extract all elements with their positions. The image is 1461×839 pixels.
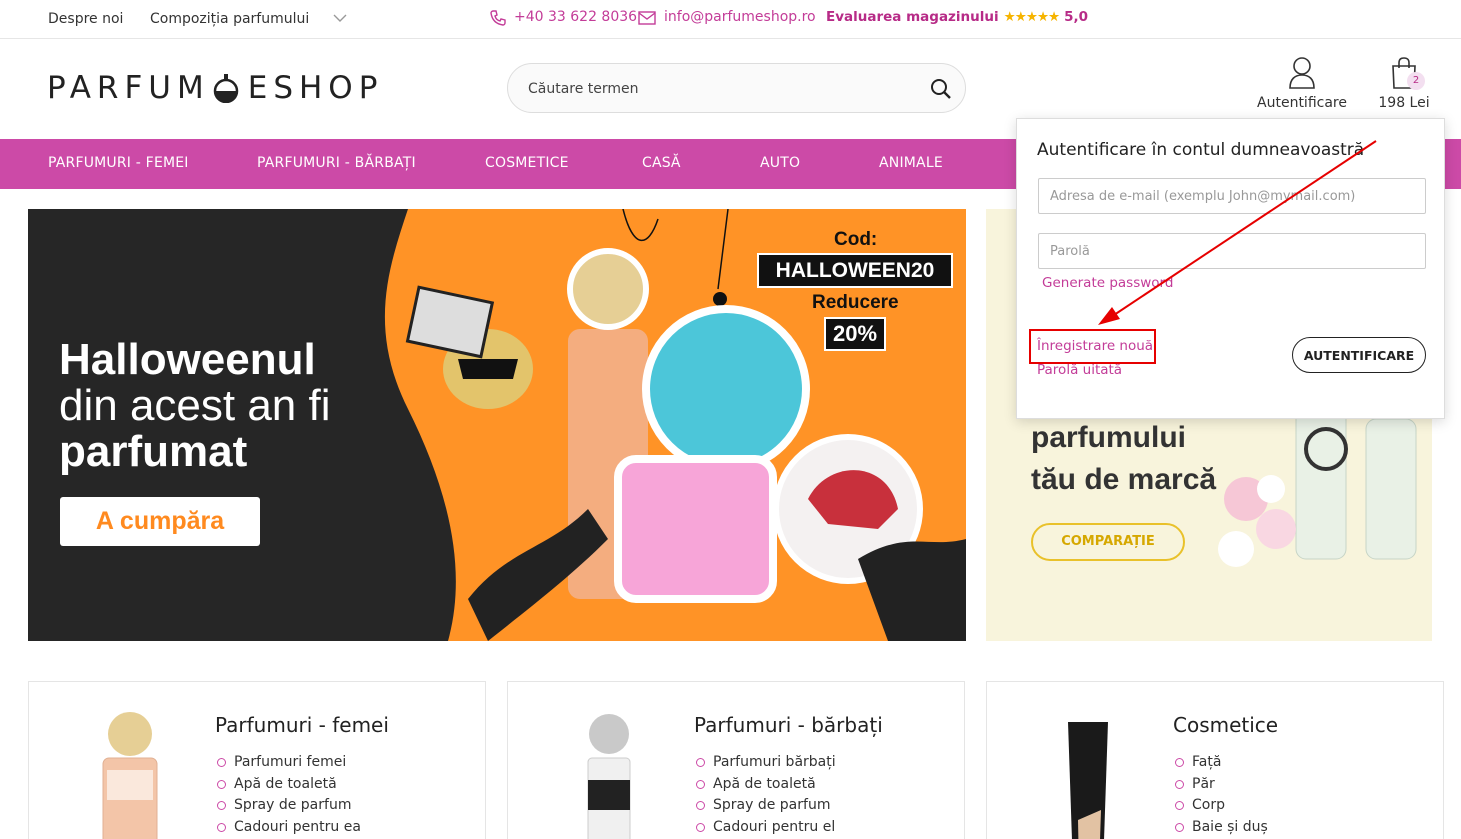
cart-amount: 198 Lei <box>1378 95 1430 111</box>
about-link[interactable]: Despre noi <box>48 11 123 27</box>
promo-code-label: Cod: <box>834 229 878 250</box>
category-card-women[interactable]: Parfumuri - femei Parfumuri femei Apă de… <box>28 681 486 839</box>
discount-value: 20% <box>824 317 886 351</box>
top-bar: Despre noi Compoziția parfumului +40 33 … <box>0 0 1461 39</box>
list-item[interactable]: Apă de toaletă <box>696 774 836 796</box>
account-label: Autentificare <box>1257 95 1347 111</box>
rating-value: 5,0 <box>1064 9 1089 25</box>
search-box <box>507 63 966 113</box>
list-item[interactable]: Față <box>1175 752 1268 774</box>
nav-item-perfume-women[interactable]: PARFUMURI - FEMEI <box>48 155 189 171</box>
list-item[interactable]: Păr <box>1175 774 1268 796</box>
mail-icon <box>638 11 656 25</box>
list-item[interactable]: Parfumuri bărbați <box>696 752 836 774</box>
flowers-bottles-image <box>1218 408 1417 567</box>
perfume-bottle-image <box>587 714 631 839</box>
list-item[interactable]: Apă de toaletă <box>217 774 361 796</box>
card-title[interactable]: Parfumuri - femei <box>215 713 389 737</box>
promo-line-1: parfumului <box>1031 421 1186 454</box>
email-link[interactable]: info@parfumeshop.ro <box>664 9 816 25</box>
card-links: Față Păr Corp Baie și duș <box>1175 752 1268 838</box>
promo-text: parfumului tău de marcă <box>1031 417 1216 501</box>
logo-text-left: PARFUM <box>47 70 210 106</box>
hero-title-line-2: din acest an fi <box>59 381 331 430</box>
discount-label: Reducere <box>812 292 899 313</box>
rating-stars: ★★★★★ <box>1003 9 1061 25</box>
chevron-down-icon[interactable] <box>332 12 348 24</box>
compare-button[interactable]: COMPARAȚIE <box>1031 523 1185 561</box>
list-item[interactable]: Spray de parfum <box>696 795 836 817</box>
logo-text-right: ESHOP <box>247 70 384 106</box>
hero-title-line-1: Halloweenul <box>59 335 316 384</box>
promo-line-2: tău de marcă <box>1031 463 1217 496</box>
promo-code: HALLOWEEN20 <box>757 253 953 288</box>
account-button[interactable]: Autentificare <box>1255 56 1349 116</box>
hero-title-line-3: parfumat <box>59 427 248 476</box>
store-rating[interactable]: Evaluarea magazinului ★★★★★ 5,0 <box>826 9 1088 25</box>
list-item[interactable]: Parfumuri femei <box>217 752 361 774</box>
nav-item-cosmetics[interactable]: COSMETICE <box>485 155 569 171</box>
hero-title: Halloweenul din acest an fi parfumat <box>59 337 331 475</box>
phone-link[interactable]: +40 33 622 8036 <box>514 9 637 25</box>
list-item[interactable]: Cadouri pentru el <box>696 817 836 839</box>
list-item[interactable]: Cadouri pentru ea <box>217 817 361 839</box>
card-links: Parfumuri bărbați Apă de toaletă Spray d… <box>696 752 836 838</box>
card-links: Parfumuri femei Apă de toaletă Spray de … <box>217 752 361 838</box>
cart-button[interactable]: 2 198 Lei <box>1378 56 1430 116</box>
cart-count-badge: 2 <box>1407 72 1425 90</box>
register-highlight-box <box>1029 329 1156 364</box>
perfume-drop-icon <box>213 74 238 103</box>
card-title[interactable]: Parfumuri - bărbați <box>694 713 883 737</box>
nav-item-auto[interactable]: AUTO <box>760 155 800 171</box>
category-card-cosmetics[interactable]: Cosmetice Față Păr Corp Baie și duș <box>986 681 1444 839</box>
nav-item-animals[interactable]: ANIMALE <box>879 155 943 171</box>
foundation-tube-image <box>1068 722 1108 839</box>
list-item[interactable]: Baie și duș <box>1175 817 1268 839</box>
search-input[interactable] <box>528 78 918 100</box>
rating-label: Evaluarea magazinului <box>826 9 999 25</box>
nav-item-perfume-men[interactable]: PARFUMURI - BĂRBAȚI <box>257 155 416 171</box>
user-icon <box>1289 57 1315 89</box>
nav-item-home[interactable]: CASĂ <box>642 155 681 171</box>
card-title[interactable]: Cosmetice <box>1173 713 1278 737</box>
site-logo[interactable]: PARFUM ESHOP <box>47 68 383 108</box>
hero-buy-button[interactable]: A cumpăra <box>60 497 260 546</box>
perfume-bottle-image <box>102 712 158 839</box>
composition-menu[interactable]: Compoziția parfumului <box>150 11 309 27</box>
phone-icon <box>490 10 506 26</box>
list-item[interactable]: Corp <box>1175 795 1268 817</box>
forgot-password-link[interactable]: Parolă uitată <box>1037 362 1122 378</box>
annotation-arrow <box>1098 140 1377 325</box>
search-icon[interactable] <box>929 77 953 101</box>
list-item[interactable]: Spray de parfum <box>217 795 361 817</box>
login-submit-button[interactable]: AUTENTIFICARE <box>1292 337 1426 373</box>
hero-banner[interactable]: Halloweenul din acest an fi parfumat A c… <box>28 209 966 641</box>
category-card-men[interactable]: Parfumuri - bărbați Parfumuri bărbați Ap… <box>507 681 965 839</box>
